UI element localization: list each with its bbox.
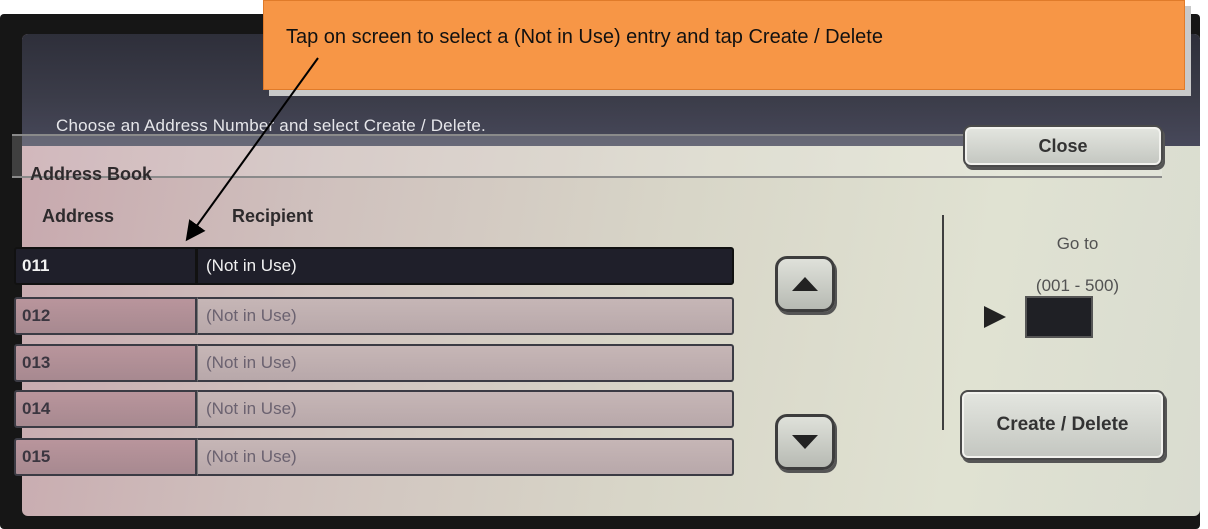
callout-arrow [185, 57, 319, 242]
